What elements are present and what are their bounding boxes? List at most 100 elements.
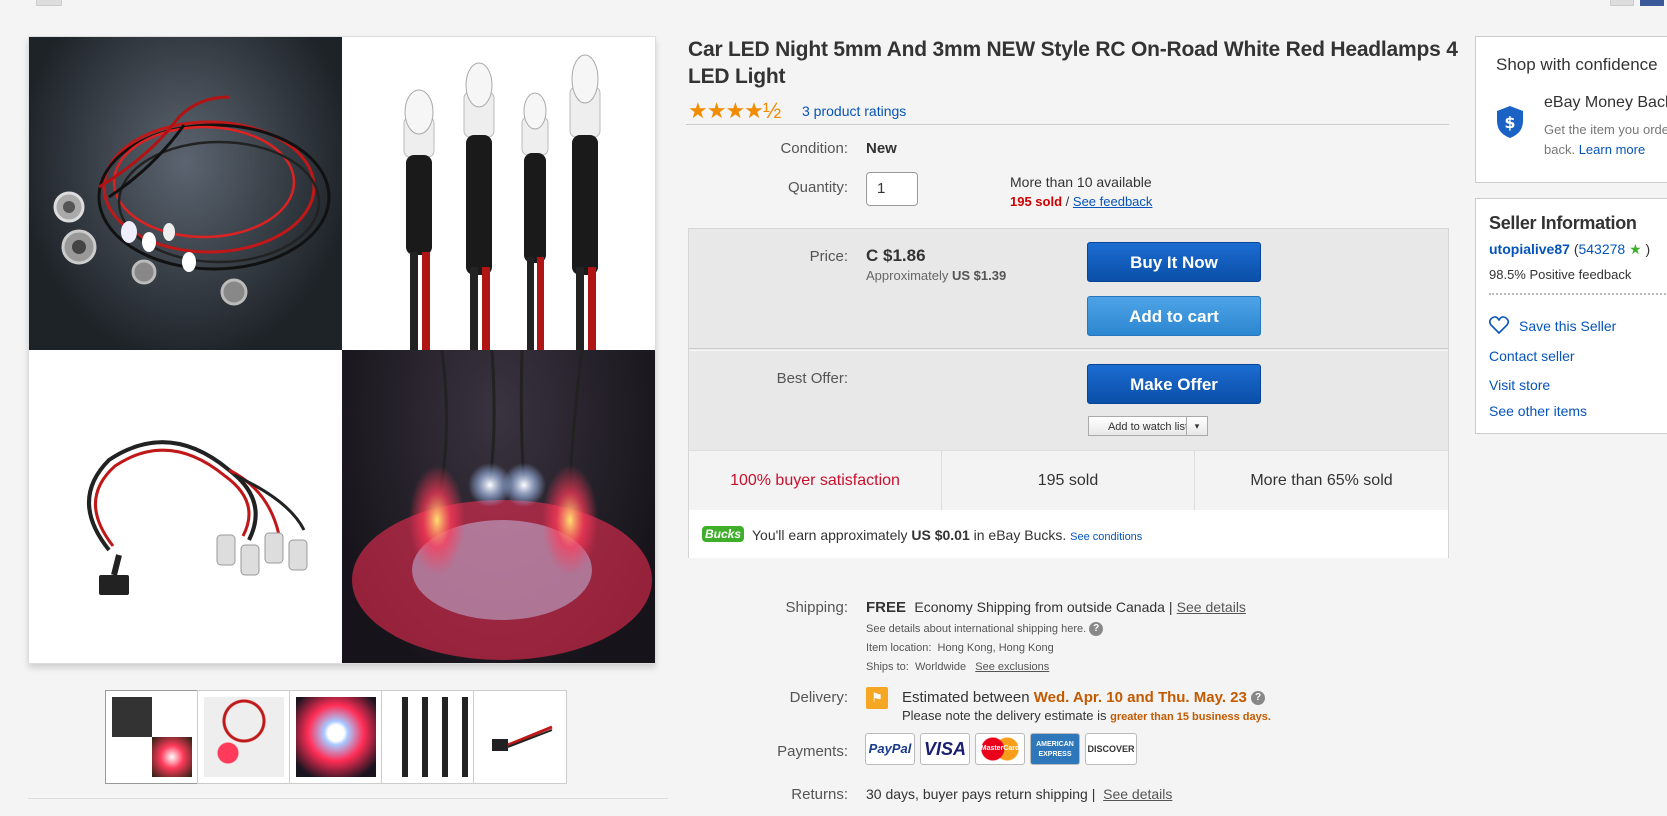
mastercard-logo: MasterCard [975, 733, 1025, 765]
delivery-dates: Wed. Apr. 10 and Thu. May. 23 [1033, 689, 1247, 706]
thumbnail-image [480, 697, 560, 777]
image-quadrant-glowing-leds [342, 350, 655, 663]
seller-name-link[interactable]: utopialive87 [1489, 241, 1570, 257]
shipping-details-link[interactable]: See details [1177, 599, 1246, 615]
thumbnail-4[interactable] [381, 690, 475, 784]
delivery-prefix: Estimated between [902, 689, 1030, 706]
see-exclusions-link[interactable]: See exclusions [975, 661, 1049, 673]
visit-store-link[interactable]: Visit store [1489, 377, 1550, 393]
condition-label: Condition: [780, 140, 848, 157]
item-location-value: Hong Kong, Hong Kong [937, 642, 1054, 654]
contact-seller-link[interactable]: Contact seller [1489, 348, 1575, 364]
sold-line: 195 sold / See feedback [1010, 194, 1152, 209]
stat-sold: 195 sold [942, 451, 1195, 510]
make-offer-button[interactable]: Make Offer [1087, 364, 1261, 404]
best-offer-label: Best Offer: [776, 370, 848, 387]
positive-feedback: 98.5% Positive feedback [1489, 267, 1632, 282]
watch-list-dropdown[interactable]: ▾ [1186, 416, 1208, 436]
page-title: Car LED Night 5mm And 3mm NEW Style RC O… [688, 38, 1458, 88]
intl-shipping-note: See details about international shipping… [866, 622, 1104, 636]
facebook-icon[interactable] [1640, 0, 1664, 6]
returns-text: 30 days, buyer pays return shipping | [866, 786, 1096, 802]
see-conditions-link[interactable]: See conditions [1070, 531, 1142, 543]
item-location: Item location: Hong Kong, Hong Kong [866, 642, 1054, 654]
bucks-badge: Bucks [702, 526, 744, 542]
top-nav-fragment [1610, 0, 1634, 6]
returns-line: 30 days, buyer pays return shipping | Se… [866, 786, 1172, 802]
bucks-amount: US $0.01 [911, 527, 970, 543]
save-seller-link[interactable]: Save this Seller [1519, 318, 1616, 334]
divider [689, 348, 1448, 349]
svg-text:$: $ [1504, 113, 1515, 132]
see-feedback-link[interactable]: See feedback [1073, 194, 1153, 209]
paypal-logo: PayPal [865, 733, 915, 765]
help-icon[interactable]: ? [1089, 622, 1104, 636]
product-ratings-link[interactable]: 3 product ratings [802, 103, 906, 119]
divider [28, 798, 668, 799]
visa-logo: VISA [920, 733, 970, 765]
thumbnail-image [112, 697, 192, 777]
thumbnail-image [296, 697, 376, 777]
payments-label: Payments: [777, 743, 848, 760]
thumbnail-3[interactable] [289, 690, 383, 784]
shield-icon: $ [1496, 105, 1524, 139]
thumbnail-image [388, 697, 468, 777]
rating-stars: ★★★★½ [688, 98, 781, 123]
divider [689, 350, 1448, 351]
price-label: Price: [809, 248, 848, 265]
image-quadrant-four-leds [342, 37, 655, 350]
condition-value: New [866, 140, 897, 157]
feedback-score-link[interactable]: 543278 [1578, 241, 1625, 257]
approx-prefix: Approximately [866, 268, 949, 283]
ships-to-label: Ships to: [866, 661, 909, 673]
sold-count: 195 sold [1010, 194, 1063, 209]
add-to-cart-button[interactable]: Add to cart [1087, 296, 1261, 336]
see-other-items-link[interactable]: See other items [1489, 403, 1587, 419]
approx-price: Approximately US $1.39 [866, 268, 1006, 283]
quantity-input[interactable]: 1 [866, 172, 918, 206]
discover-logo: DISCOVER [1085, 733, 1137, 765]
bucks-text: You'll earn approximately US $0.01 in eB… [752, 527, 1142, 543]
buy-it-now-button[interactable]: Buy It Now [1087, 242, 1261, 282]
ships-to-value: Worldwide [914, 661, 967, 673]
money-back-text-line: Get the item you orde [1544, 122, 1667, 137]
shipping-method: Economy Shipping from outside Canada | [914, 599, 1173, 615]
availability-text: More than 10 available [1010, 174, 1152, 190]
top-nav-fragment [36, 0, 62, 6]
thumbnail-2[interactable] [197, 690, 291, 784]
item-location-label: Item location: [866, 642, 932, 654]
returns-details-link[interactable]: See details [1103, 786, 1172, 802]
image-quadrant-harness [29, 350, 342, 663]
thumbnail-1[interactable] [105, 690, 199, 784]
confidence-title: Shop with confidence [1496, 55, 1658, 74]
quantity-label: Quantity: [787, 179, 848, 196]
stat-percent-sold: More than 65% sold [1250, 472, 1393, 489]
thumbnail-image [204, 697, 284, 777]
ships-to: Ships to: Worldwide See exclusions [866, 661, 1049, 673]
help-icon[interactable]: ? [1251, 691, 1266, 706]
learn-more-link[interactable]: Learn more [1579, 142, 1645, 157]
shipping-free: FREE [866, 599, 907, 616]
money-back-title: eBay Money Back G [1544, 94, 1667, 111]
delivery-note-highlight: greater than 15 business days. [1110, 711, 1271, 723]
divider [686, 124, 1449, 125]
delivery-estimate: Estimated between Wed. Apr. 10 and Thu. … [902, 689, 1266, 706]
flag-icon: ⚑ [866, 687, 888, 709]
seller-info-title: Seller Information [1489, 213, 1637, 233]
image-quadrant-wires-dark [29, 37, 342, 350]
main-product-image[interactable] [28, 36, 656, 664]
heart-icon[interactable] [1488, 316, 1510, 336]
money-back-text: Get the item you orde back. Learn more [1544, 120, 1667, 160]
thumbnail-5[interactable] [473, 690, 567, 784]
returns-label: Returns: [791, 786, 848, 803]
stats-bar: 100% buyer satisfaction 195 sold More th… [689, 450, 1448, 510]
divider [1489, 293, 1667, 295]
shipping-line: FREE Economy Shipping from outside Canad… [866, 599, 1246, 616]
amex-logo: AMERICAN EXPRESS [1030, 733, 1080, 765]
star-icon: ★ [1629, 241, 1642, 257]
stat-buyer-satisfaction: 100% buyer satisfaction [689, 451, 942, 510]
delivery-note-text: Please note the delivery estimate is [902, 708, 1107, 723]
bucks-suffix: in eBay Bucks. [973, 527, 1067, 543]
shipping-label: Shipping: [785, 599, 848, 616]
separator: / [1065, 194, 1070, 209]
